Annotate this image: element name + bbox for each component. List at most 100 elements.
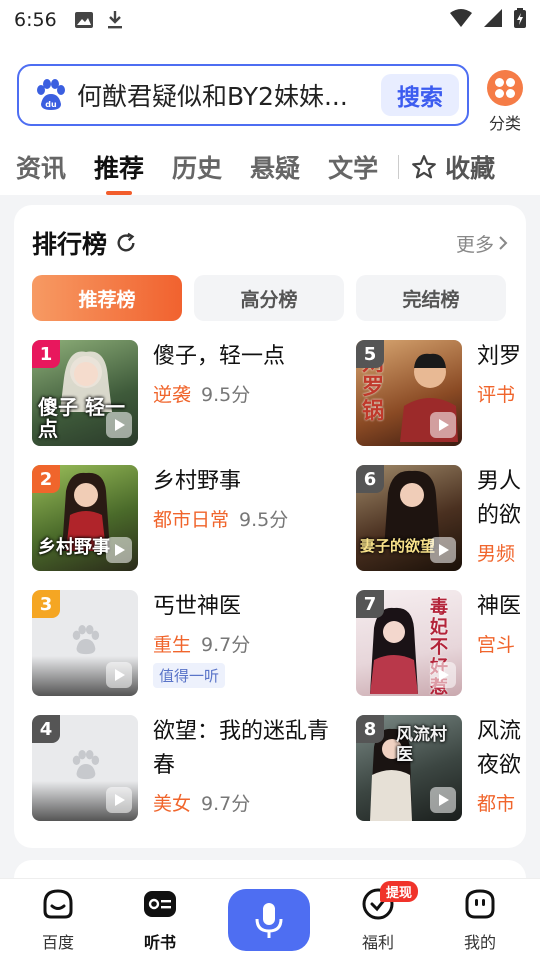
header: du 何猷君疑似和BY2妹妹... 搜索 分类 资讯 推荐 历史 悬疑 文学 收… — [0, 40, 540, 195]
status-bar: 6:56 — [0, 0, 540, 40]
profile-icon — [465, 889, 495, 919]
book-score: 9.5分 — [201, 384, 251, 406]
nav-label: 百度 — [41, 933, 74, 952]
tab-suspense[interactable]: 悬疑 — [250, 149, 300, 185]
nav-listen[interactable]: 听书 — [120, 887, 200, 953]
category-button[interactable]: 分类 — [484, 70, 526, 134]
ranking-item[interactable]: 8 风流村医 风流夜欲 都市 — [356, 715, 526, 821]
nav-welfare[interactable]: 提现 福利 — [338, 881, 418, 953]
tab-recommend[interactable]: 推荐 — [94, 149, 144, 185]
book-genre: 重生 — [153, 634, 192, 656]
microphone-icon — [255, 903, 283, 938]
svg-text:du: du — [45, 100, 57, 109]
image-icon — [74, 12, 93, 28]
book-cover[interactable]: 2 乡村野事 — [32, 465, 138, 571]
tab-literature[interactable]: 文学 — [328, 149, 378, 185]
ranking-item[interactable]: 1 傻子 轻一点 傻子，轻一点 逆袭 9.5分 — [32, 340, 332, 446]
ranking-card: 排行榜 更多 推荐榜 高分榜 完结榜 1 傻子 轻一点 傻子，轻一点 逆袭 9.5… — [14, 205, 526, 848]
rank-badge: 2 — [32, 465, 60, 493]
refresh-icon[interactable] — [115, 232, 137, 254]
book-title: 欲望：我的迷乱青春 — [153, 719, 330, 778]
listen-book-icon — [144, 891, 176, 917]
ranking-segments: 推荐榜 高分榜 完结榜 — [32, 275, 506, 321]
book-score: 9.7分 — [201, 634, 251, 656]
book-title: 丐世神医 — [153, 594, 242, 619]
book-genre: 美女 — [153, 793, 192, 815]
book-cover[interactable]: 5 刘罗锅 — [356, 340, 462, 446]
baidu-paw-icon: du — [37, 79, 65, 110]
book-cover[interactable]: 7 毒妃不好惹 — [356, 590, 462, 696]
rank-badge: 6 — [356, 465, 384, 493]
book-title: 乡村野事 — [153, 469, 242, 494]
book-genre: 宫斗 — [477, 634, 516, 656]
play-icon[interactable] — [430, 787, 456, 813]
bottom-nav: 百度 听书 提现 福利 我的 — [0, 878, 540, 960]
book-cover[interactable]: 4 — [32, 715, 138, 821]
book-genre: 都市日常 — [153, 509, 230, 531]
book-title: 风流夜欲 — [477, 719, 522, 778]
star-icon — [412, 155, 436, 179]
ranking-title: 排行榜 — [32, 230, 108, 259]
search-button[interactable]: 搜索 — [381, 74, 459, 116]
nav-mine[interactable]: 我的 — [440, 887, 520, 953]
segment-recommend[interactable]: 推荐榜 — [32, 275, 182, 321]
ranking-item[interactable]: 5 刘罗锅 刘罗 评书 — [356, 340, 526, 446]
play-icon[interactable] — [106, 787, 132, 813]
book-score: 9.5分 — [239, 509, 289, 531]
book-genre: 逆袭 — [153, 384, 192, 406]
category-label: 分类 — [488, 114, 521, 133]
book-genre: 男频 — [477, 543, 516, 565]
play-icon[interactable] — [106, 537, 132, 563]
ranking-item[interactable]: 4 欲望：我的迷乱青春 美女 9.7分 — [32, 715, 332, 821]
rank-badge: 4 — [32, 715, 60, 743]
play-icon[interactable] — [106, 662, 132, 688]
play-icon[interactable] — [430, 412, 456, 438]
book-tag: 值得一听 — [153, 663, 226, 688]
voice-search-button[interactable] — [228, 889, 310, 951]
search-box[interactable]: du 何猷君疑似和BY2妹妹... 搜索 — [17, 64, 469, 126]
play-icon[interactable] — [106, 412, 132, 438]
book-genre: 都市 — [477, 793, 516, 815]
favorite-label: 收藏 — [445, 154, 496, 183]
book-cover[interactable]: 1 傻子 轻一点 — [32, 340, 138, 446]
tab-news[interactable]: 资讯 — [16, 149, 66, 185]
chevron-right-icon — [499, 236, 508, 250]
nav-label: 福利 — [361, 933, 394, 952]
book-cover[interactable]: 6 妻子的欲望 — [356, 465, 462, 571]
play-icon[interactable] — [430, 537, 456, 563]
tab-history[interactable]: 历史 — [172, 149, 222, 185]
status-time: 6:56 — [14, 9, 57, 31]
book-title: 男人的欲 — [477, 469, 522, 528]
battery-icon — [514, 8, 526, 32]
baidu-paw-icon — [72, 749, 100, 780]
segment-high-score[interactable]: 高分榜 — [194, 275, 344, 321]
baidu-home-icon — [43, 889, 73, 919]
ranking-item[interactable]: 7 毒妃不好惹 神医 宫斗 — [356, 590, 526, 696]
baidu-paw-icon — [72, 624, 100, 655]
rank-badge: 1 — [32, 340, 60, 368]
book-cover[interactable]: 8 风流村医 — [356, 715, 462, 821]
nav-label: 听书 — [143, 933, 176, 952]
book-title: 傻子，轻一点 — [153, 344, 286, 369]
favorite-tab[interactable]: 收藏 — [411, 149, 495, 185]
nav-baidu[interactable]: 百度 — [18, 887, 98, 953]
search-input[interactable]: 何猷君疑似和BY2妹妹... — [77, 77, 381, 113]
ranking-item[interactable]: 2 乡村野事 乡村野事 都市日常 9.5分 — [32, 465, 332, 571]
wifi-icon — [450, 9, 472, 31]
book-score: 9.7分 — [201, 793, 251, 815]
segment-finished[interactable]: 完结榜 — [356, 275, 506, 321]
ranking-item[interactable]: 3 丐世神医 重生 9.7分 值得一听 — [32, 590, 332, 696]
category-icon — [487, 70, 523, 106]
book-cover[interactable]: 3 — [32, 590, 138, 696]
more-label: 更多 — [455, 233, 494, 256]
more-link[interactable]: 更多 — [456, 230, 508, 257]
play-icon[interactable] — [430, 662, 456, 688]
book-title: 刘罗 — [477, 344, 522, 369]
download-icon — [107, 11, 123, 29]
ranking-item[interactable]: 6 妻子的欲望 男人的欲 男频 — [356, 465, 526, 571]
rank-badge: 5 — [356, 340, 384, 368]
channel-tabs: 资讯 推荐 历史 悬疑 文学 收藏 — [16, 144, 524, 190]
signal-icon — [484, 9, 502, 31]
rank-badge: 8 — [356, 715, 384, 743]
tab-divider — [398, 155, 400, 179]
